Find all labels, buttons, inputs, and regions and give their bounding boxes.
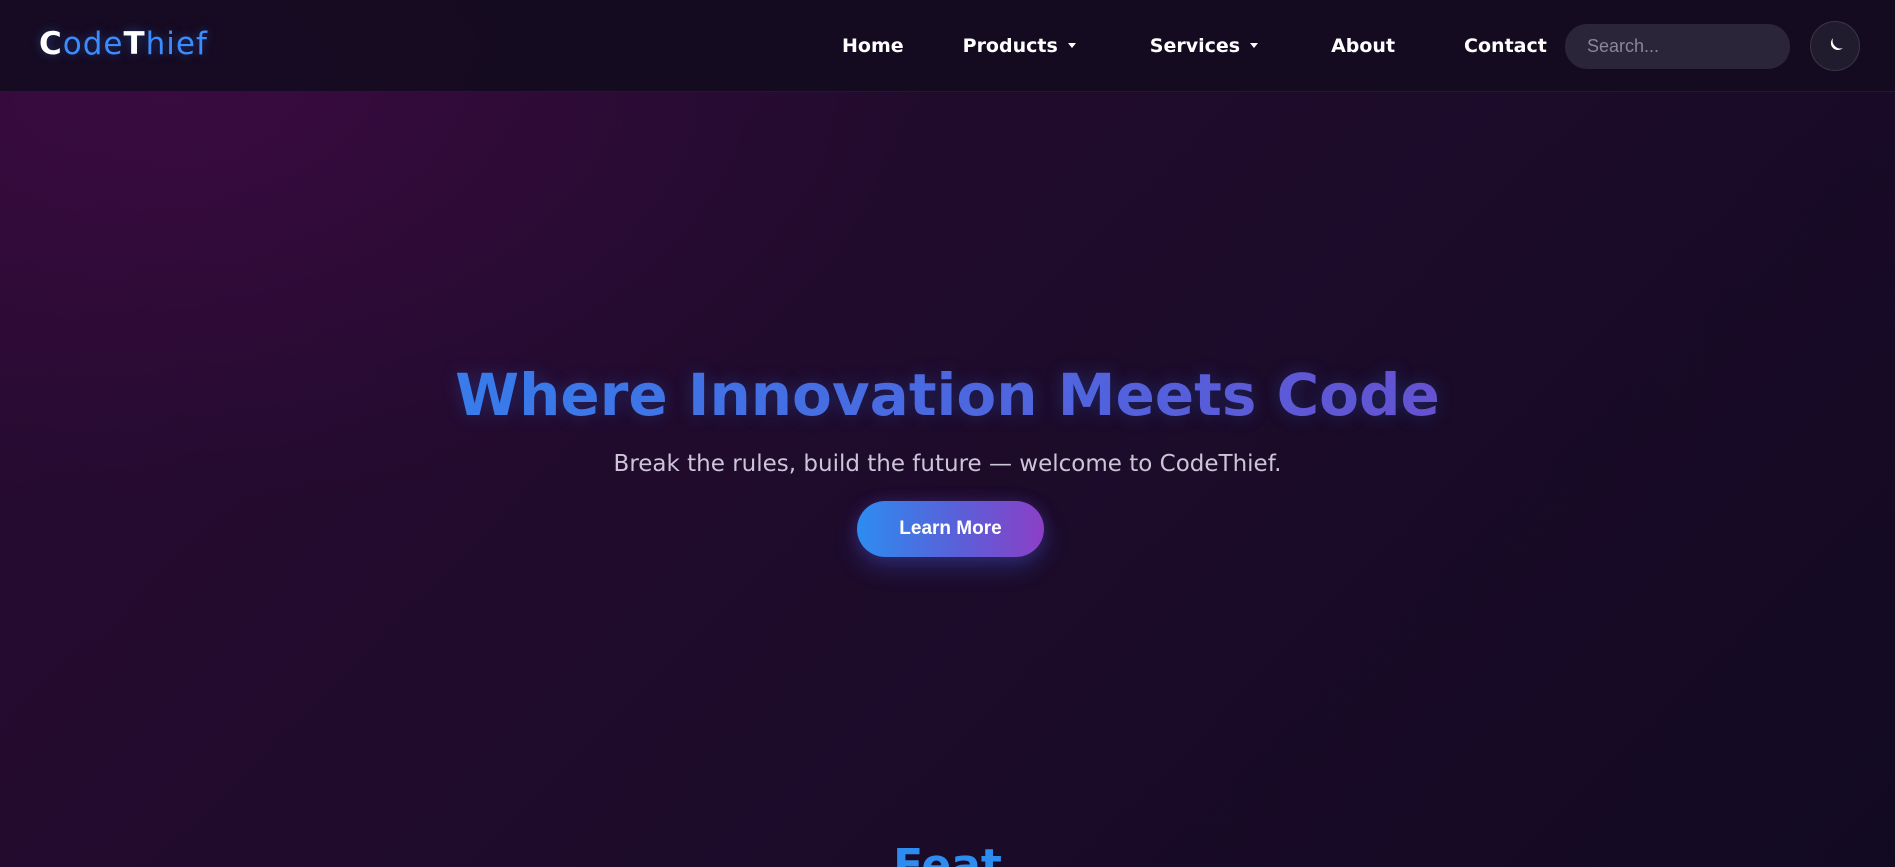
nav-item-services[interactable]: Services [1149,0,1259,92]
top-navbar: C ode T hief Home Products Services Abou… [0,0,1895,92]
moon-icon [1824,35,1846,57]
logo-part: hief [145,26,208,62]
next-section-heading: Feat [0,844,1895,867]
chevron-down-icon [1067,42,1076,48]
search-box [1565,24,1844,69]
nav-item-contact[interactable]: Contact [1464,0,1547,92]
search-input[interactable] [1585,35,1821,58]
nav-item-label: Contact [1464,35,1547,57]
hero-subtitle: Break the rules, build the future — welc… [613,451,1282,477]
primary-nav: Home Products Services About Contact [842,0,1547,92]
logo-part: T [123,26,146,62]
nav-item-label: Products [962,35,1058,57]
hero-section: Where Innovation Meets Code Break the ru… [0,92,1895,867]
logo-part: ode [62,26,124,62]
learn-more-button[interactable]: Learn More [857,501,1044,557]
logo-part: C [39,26,63,62]
brand-logo[interactable]: C ode T hief [39,26,208,66]
nav-item-home[interactable]: Home [842,0,904,92]
nav-item-label: Services [1149,35,1241,57]
theme-toggle-button[interactable] [1810,21,1860,71]
nav-item-products[interactable]: Products [963,0,1076,92]
chevron-down-icon [1250,42,1259,48]
nav-item-about[interactable]: About [1331,0,1395,92]
nav-item-label: About [1331,35,1396,57]
hero-title: Where Innovation Meets Code [0,361,1895,431]
nav-item-label: Home [842,35,904,57]
